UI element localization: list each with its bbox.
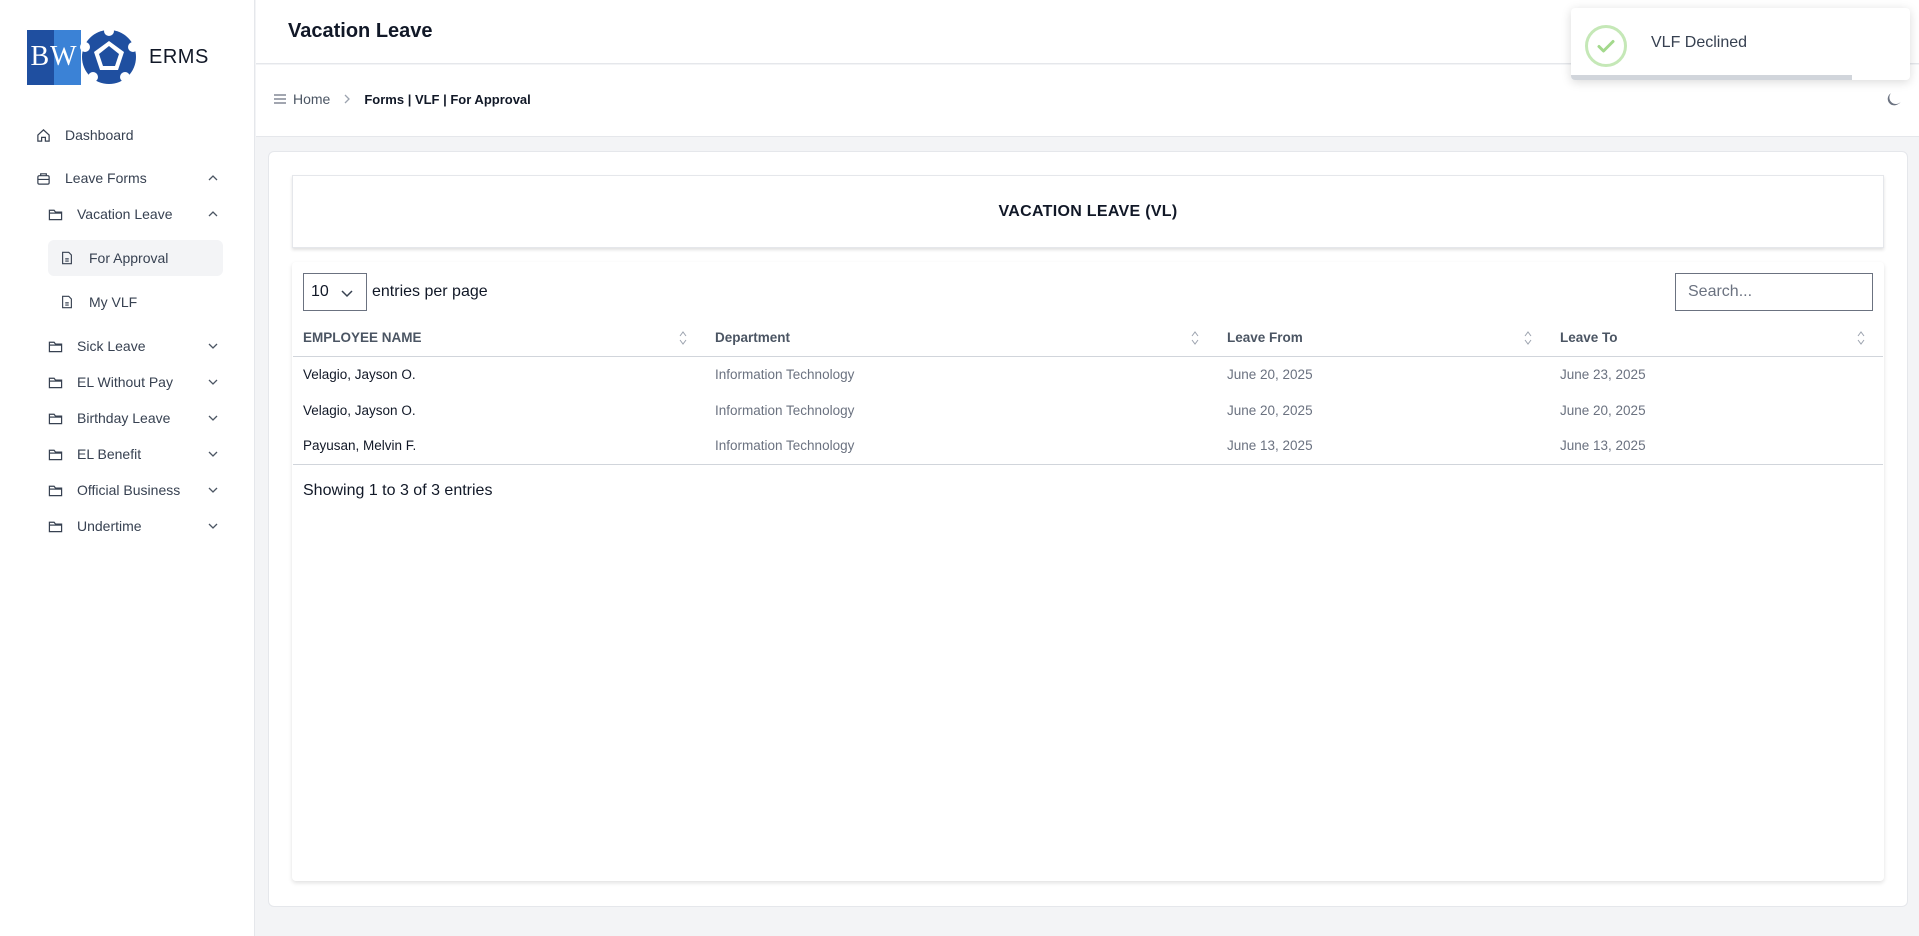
folder-icon [47,446,63,462]
cell-department: Information Technology [705,428,1217,465]
cell-leave-from: June 13, 2025 [1217,428,1550,465]
chevron-down-icon [206,483,220,497]
sidebar-item-label: Vacation Leave [77,206,173,222]
sort-icon [1524,331,1532,345]
folder-icon [47,518,63,534]
cell-leave-from: June 20, 2025 [1227,402,1313,418]
table-header-row: EMPLOYEE NAME Department Leave From Leav… [293,320,1883,357]
sidebar-item-label: Undertime [77,518,142,534]
sidebar-item-birthday-leave[interactable]: Birthday Leave [47,400,220,436]
sidebar-item-my-vlf[interactable]: My VLF [59,284,219,320]
sidebar-item-el-benefit[interactable]: EL Benefit [47,436,220,472]
page-title: Vacation Leave [288,20,433,42]
sort-icon [1191,331,1199,345]
search-input[interactable] [1675,273,1873,311]
breadcrumb-current: Forms | VLF | For Approval [364,91,531,107]
column-header-leave-to[interactable]: Leave To [1550,320,1883,357]
cell-employee-name: Payusan, Melvin F. [293,428,705,465]
chevron-down-icon [206,339,220,353]
table-row[interactable]: Velagio, Jayson O. Information Technolog… [293,392,1883,428]
sidebar-item-label: Sick Leave [77,338,146,354]
folder-icon [47,410,63,426]
entries-per-page-control: 10 entries per page [303,273,488,311]
chevron-down-icon [206,411,220,425]
folder-icon [47,374,63,390]
chevron-down-icon [206,447,220,461]
column-header-employee-name[interactable]: EMPLOYEE NAME [293,320,705,357]
toast-progress-bar [1571,75,1853,80]
sidebar-item-sick-leave[interactable]: Sick Leave [47,328,220,364]
sidebar-item-undertime[interactable]: Undertime [47,508,220,544]
check-circle-icon [1585,25,1627,67]
dark-mode-toggle-icon[interactable] [1885,91,1905,111]
chevron-down-icon [206,375,220,389]
leave-table: EMPLOYEE NAME Department Leave From Leav… [293,320,1883,465]
sidebar-item-label: Leave Forms [65,170,147,186]
cell-leave-to: June 20, 2025 [1560,402,1646,418]
table-info: Showing 1 to 3 of 3 entries [303,482,493,499]
chevron-down-icon [340,286,354,305]
entries-per-page-label: entries per page [372,283,488,300]
file-icon [59,294,75,310]
sidebar-item-dashboard[interactable]: Dashboard [35,117,225,153]
cell-department: Information Technology [715,366,855,382]
logo: BW [27,27,139,87]
menu-icon[interactable] [273,92,287,106]
briefcase-icon [35,170,51,186]
sidebar-item-label: EL Without Pay [77,374,173,390]
table-row[interactable]: Velagio, Jayson O. Information Technolog… [293,356,1883,392]
sidebar-item-label: My VLF [89,294,138,310]
sidebar-item-vacation-leave[interactable]: Vacation Leave [47,196,220,232]
sort-icon [679,331,687,345]
cell-employee-name: Velagio, Jayson O. [303,402,416,418]
entries-per-page-value: 10 [311,283,329,300]
logo-bw-mark: BW [27,29,81,85]
toast-notification[interactable]: VLF Declined [1571,8,1910,80]
sidebar-item-leave-forms[interactable]: Leave Forms [35,160,220,196]
breadcrumb: Home Forms | VLF | For Approval [273,91,531,107]
sort-icon [1857,331,1865,345]
sidebar-item-label: EL Benefit [77,446,142,462]
file-icon [59,250,75,266]
app-name: ERMS [149,45,209,68]
sidebar-item-for-approval[interactable]: For Approval [48,240,223,276]
cell-leave-to: June 13, 2025 [1550,428,1883,465]
chevron-right-icon [342,94,352,104]
folder-icon [47,482,63,498]
sidebar-item-label: Official Business [77,482,181,498]
folder-icon [47,206,63,222]
cell-employee-name: Velagio, Jayson O. [303,366,416,382]
sidebar-item-official-business[interactable]: Official Business [47,472,220,508]
sidebar-item-label: For Approval [89,250,169,266]
sidebar: BW ERMS Dashboard Leave Forms Vacation L… [0,0,255,936]
folder-icon [47,338,63,354]
cell-leave-to: June 23, 2025 [1560,366,1646,382]
chevron-up-icon [206,171,220,185]
sidebar-item-el-without-pay[interactable]: EL Without Pay [47,364,220,400]
sidebar-item-label: Birthday Leave [77,410,171,426]
chevron-up-icon [206,207,220,221]
logo-seal-icon [80,27,138,84]
brand[interactable]: BW ERMS [27,27,209,87]
column-header-department[interactable]: Department [705,320,1217,357]
home-icon [35,127,51,143]
cell-department: Information Technology [715,402,855,418]
card-title: VACATION LEAVE (VL) [292,175,1884,248]
entries-per-page-select[interactable]: 10 [303,273,367,311]
toast-message: VLF Declined [1651,34,1748,51]
cell-leave-from: June 20, 2025 [1227,366,1313,382]
sidebar-item-label: Dashboard [65,127,134,143]
column-header-leave-from[interactable]: Leave From [1217,320,1550,357]
chevron-down-icon [206,519,220,533]
table-row[interactable]: Payusan, Melvin F. Information Technolog… [293,428,1883,465]
breadcrumb-home[interactable]: Home [293,91,330,107]
